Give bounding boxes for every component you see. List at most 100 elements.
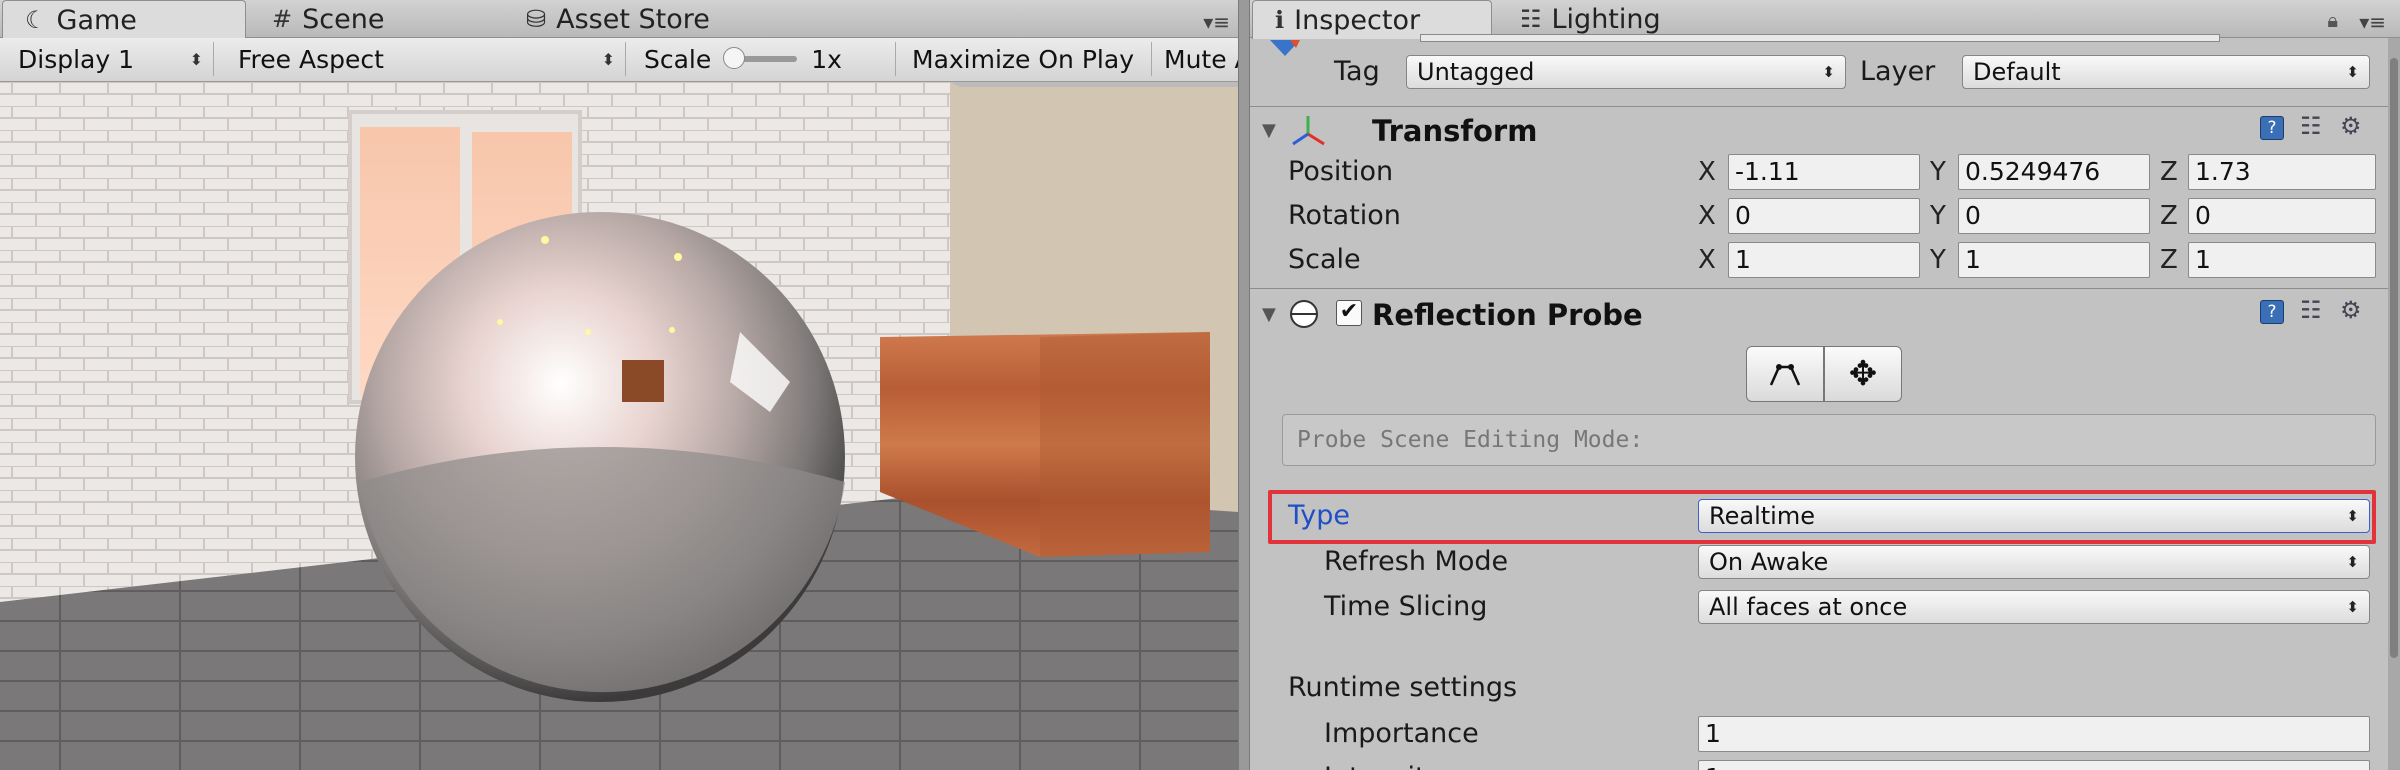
asset-store-bag-icon: ⛁ [526, 5, 547, 33]
dropdown-arrows-icon: ⬍ [2346, 553, 2359, 571]
tab-inspector-label: Inspector [1294, 4, 1421, 36]
bounds-edit-icon [1769, 364, 1801, 386]
rotation-z-field[interactable]: 0 [2188, 198, 2376, 234]
panel-menu-icon[interactable]: ▾≡ [2359, 10, 2386, 34]
scale-y-field[interactable]: 1 [1958, 242, 2150, 278]
time-slicing-label: Time Slicing [1324, 591, 1488, 622]
scale-z-field[interactable]: 1 [2188, 242, 2376, 278]
tab-scene-label: Scene [302, 3, 385, 35]
dropdown-arrows-icon: ⬍ [2346, 598, 2359, 616]
game-controller-icon: ☾ [25, 6, 47, 34]
mute-audio-label: Mute A [1164, 44, 1238, 74]
tab-asset-store[interactable]: ⛁ Asset Store [504, 0, 804, 38]
scale-label: Scale [1288, 244, 1361, 275]
game-viewport[interactable] [0, 82, 1238, 770]
game-panel: ☾ Game # Scene ⛁ Asset Store ▾≡ Display … [0, 0, 1238, 770]
type-dropdown-value: Realtime [1709, 502, 1815, 530]
reflection-probe-header[interactable]: ▼ ✔ Reflection Probe ? ☷ ⚙ [1250, 294, 2388, 342]
position-x-field[interactable]: -1.11 [1728, 154, 1920, 190]
inspector-tabbar: ℹ Inspector ☷ Lighting 🔒︎ ▾≡ [1250, 0, 2400, 39]
panel-splitter[interactable] [1238, 0, 1250, 770]
tab-game[interactable]: ☾ Game [2, 0, 246, 39]
tab-lighting-label: Lighting [1551, 3, 1661, 35]
transform-header[interactable]: ▼ Transform ? ☷ ⚙ [1250, 108, 2388, 156]
scale-slider[interactable] [723, 47, 798, 69]
tab-scene[interactable]: # Scene [250, 0, 510, 38]
lighting-sliders-icon: ☷ [1520, 5, 1542, 33]
tab-asset-store-label: Asset Store [556, 3, 710, 35]
time-slicing-value: All faces at once [1709, 593, 1908, 621]
axis-z-label: Z [2160, 157, 2178, 187]
inspector-content: Tag Untagged ⬍ Layer Default ⬍ ▼ Transfo… [1250, 34, 2400, 770]
time-slicing-dropdown[interactable]: All faces at once ⬍ [1698, 590, 2370, 624]
scale-x-field[interactable]: 1 [1728, 242, 1920, 278]
position-y-field[interactable]: 0.5249476 [1958, 154, 2150, 190]
runtime-settings-label: Runtime settings [1288, 672, 1518, 703]
type-dropdown[interactable]: Realtime ⬍ [1698, 499, 2370, 533]
component-enabled-checkbox[interactable]: ✔ [1336, 300, 1362, 326]
gear-icon[interactable]: ⚙ [2340, 112, 2362, 140]
scrollbar-thumb[interactable] [2390, 58, 2398, 658]
aspect-dropdown[interactable]: Free Aspect ⬍ [228, 42, 626, 76]
tag-label: Tag [1334, 56, 1380, 87]
reflection-probe-icon [1290, 300, 1318, 328]
preset-sliders-icon[interactable]: ☷ [2300, 296, 2322, 324]
gameobject-icon [1270, 40, 1300, 56]
display-dropdown[interactable]: Display 1 ⬍ [8, 42, 214, 76]
importance-field[interactable]: 1 [1698, 716, 2370, 752]
tab-lighting[interactable]: ☷ Lighting [1498, 0, 1738, 38]
importance-label: Importance [1324, 718, 1479, 749]
lock-icon[interactable]: 🔒︎ [2327, 8, 2338, 32]
refresh-mode-dropdown[interactable]: On Awake ⬍ [1698, 545, 2370, 579]
display-dropdown-label: Display 1 [18, 44, 135, 74]
intensity-field[interactable]: 1 [1698, 760, 2370, 770]
tag-dropdown-value: Untagged [1417, 58, 1535, 86]
refresh-mode-label: Refresh Mode [1324, 546, 1509, 577]
rotation-y-field[interactable]: 0 [1958, 198, 2150, 234]
dropdown-arrows-icon: ⬍ [601, 49, 615, 69]
gear-icon[interactable]: ⚙ [2340, 296, 2362, 324]
type-label: Type [1288, 500, 1351, 531]
foldout-arrow-icon[interactable]: ▼ [1262, 304, 1276, 325]
separator [1250, 106, 2388, 107]
panel-menu-icon[interactable]: ▾≡ [1203, 10, 1230, 34]
separator [1250, 288, 2388, 289]
dropdown-arrows-icon: ⬍ [189, 49, 203, 69]
axis-y-label: Y [1930, 245, 1946, 275]
edit-origin-button[interactable]: ✥ [1824, 346, 1902, 402]
axis-z-label: Z [2160, 245, 2178, 275]
layer-dropdown[interactable]: Default ⬍ [1962, 55, 2370, 89]
position-z-field[interactable]: 1.73 [2188, 154, 2376, 190]
scale-label: Scale [644, 44, 712, 74]
name-field-edge [1420, 34, 2220, 42]
scene-render [0, 82, 1238, 770]
axis-z-label: Z [2160, 201, 2178, 231]
game-toolbar: Display 1 ⬍ Free Aspect ⬍ Scale 1x Maxim… [0, 38, 1238, 82]
transform-axes-icon [1292, 116, 1325, 146]
mute-audio-button[interactable]: Mute A [1154, 42, 1238, 76]
axis-y-label: Y [1930, 157, 1946, 187]
scale-control: Scale 1x [634, 42, 896, 76]
tag-dropdown[interactable]: Untagged ⬍ [1406, 55, 1846, 89]
inspector-panel: ℹ Inspector ☷ Lighting 🔒︎ ▾≡ Tag Untagge… [1250, 0, 2400, 770]
rotation-x-field[interactable]: 0 [1728, 198, 1920, 234]
help-book-icon[interactable]: ? [2260, 300, 2284, 324]
axis-x-label: X [1698, 201, 1716, 231]
scale-slider-knob[interactable] [723, 47, 746, 69]
refresh-mode-value: On Awake [1709, 548, 1829, 576]
inspector-scrollbar[interactable] [2388, 38, 2400, 770]
rotation-label: Rotation [1288, 200, 1401, 231]
edit-bounds-button[interactable] [1746, 346, 1824, 402]
preset-sliders-icon[interactable]: ☷ [2300, 112, 2322, 140]
dropdown-arrows-icon: ⬍ [2346, 63, 2359, 81]
move-arrows-icon: ✥ [1848, 354, 1878, 394]
dropdown-arrows-icon: ⬍ [2346, 507, 2359, 525]
unity-editor-window: ☾ Game # Scene ⛁ Asset Store ▾≡ Display … [0, 0, 2400, 770]
axis-x-label: X [1698, 245, 1716, 275]
help-book-icon[interactable]: ? [2260, 116, 2284, 140]
axis-x-label: X [1698, 157, 1716, 187]
maximize-on-play-button[interactable]: Maximize On Play [902, 42, 1152, 76]
foldout-arrow-icon[interactable]: ▼ [1262, 120, 1276, 141]
game-tabbar: ☾ Game # Scene ⛁ Asset Store ▾≡ [0, 0, 1238, 39]
tab-game-label: Game [56, 4, 137, 36]
